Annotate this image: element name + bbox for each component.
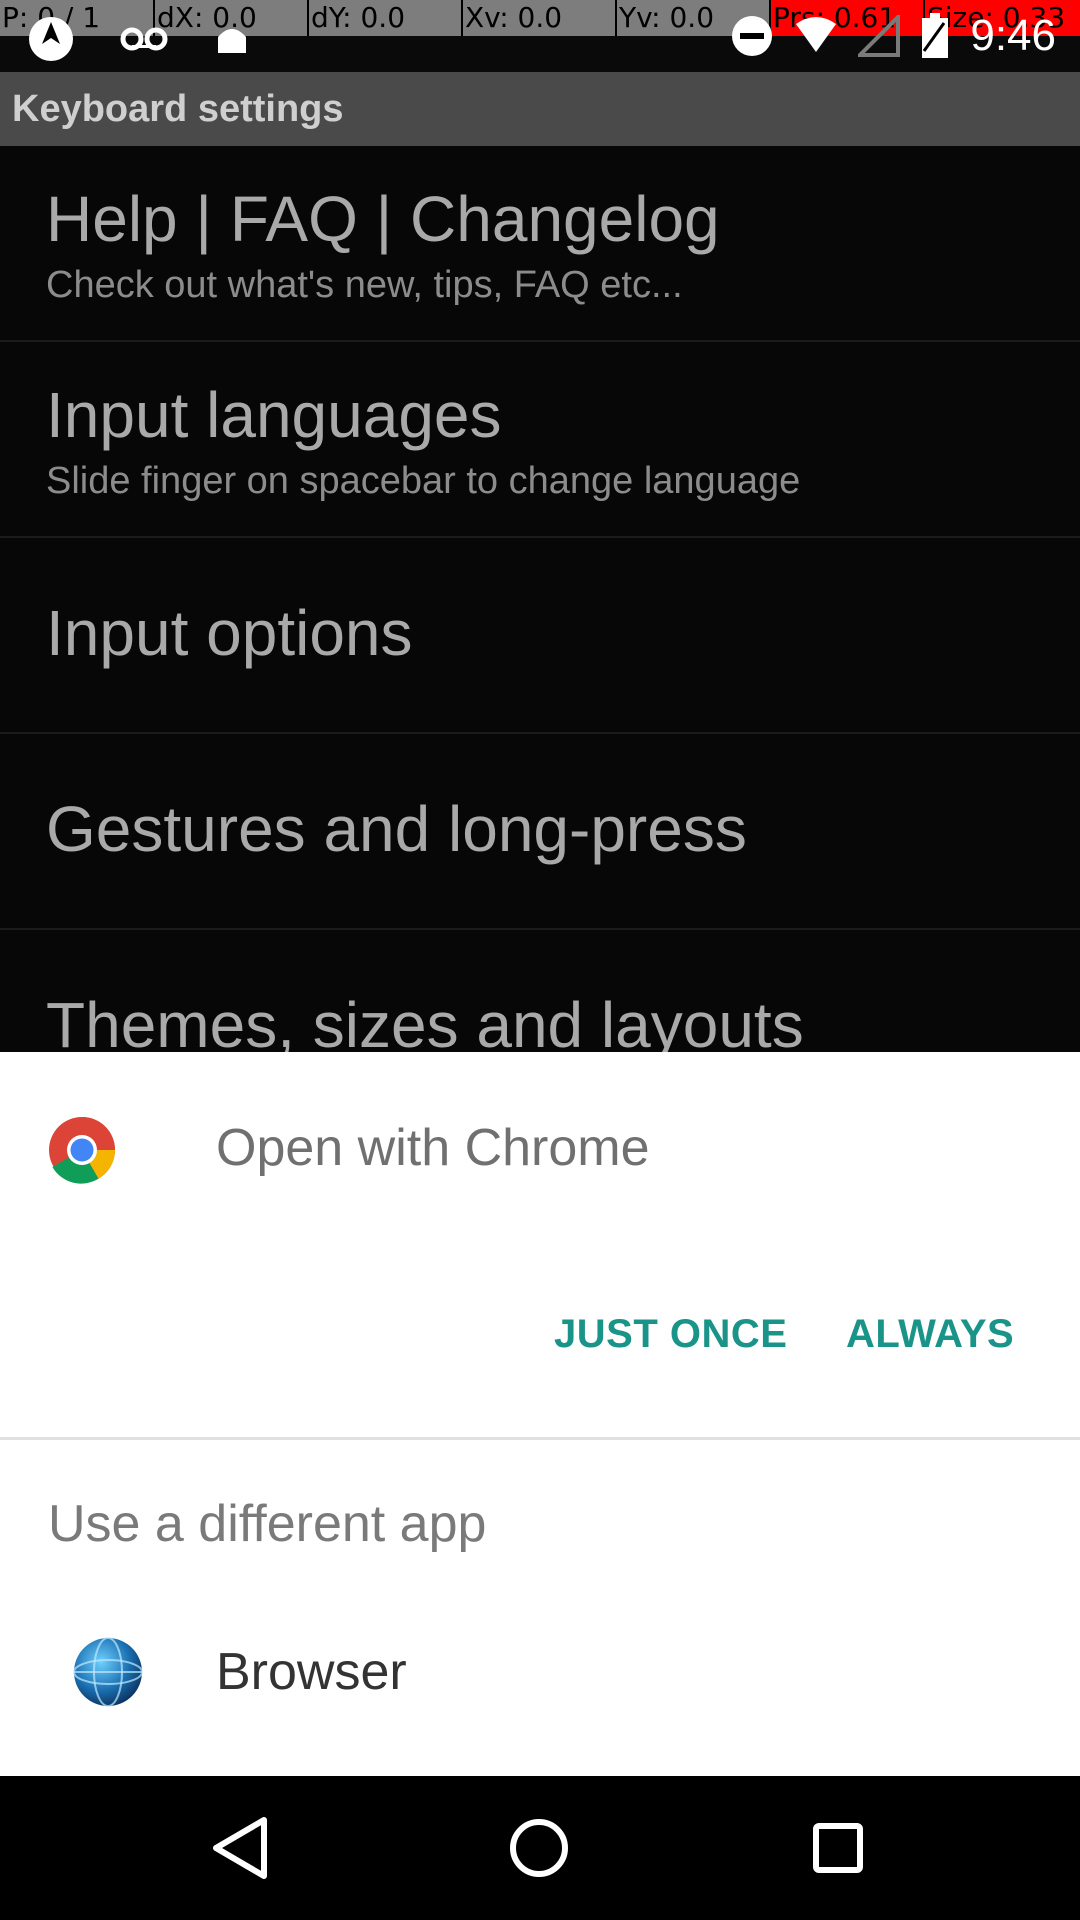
open-with-dialog: Open with Chrome JUST ONCE ALWAYS Use a … <box>0 1052 1080 1776</box>
settings-list: Help | FAQ | Changelog Check out what's … <box>0 146 1080 1052</box>
status-bar: P: 0 / 1 dX: 0.0 dY: 0.0 Xv: 0.0 Yv: 0.0… <box>0 0 1080 72</box>
divider <box>0 1437 1080 1440</box>
back-icon[interactable] <box>206 1812 278 1884</box>
android-icon <box>218 29 246 53</box>
settings-item-gestures[interactable]: Gestures and long-press <box>0 734 1080 930</box>
app-option-browser[interactable]: Browser <box>0 1632 1080 1762</box>
wifi-icon <box>796 17 837 52</box>
settings-item-title: Themes, sizes and layouts <box>46 989 804 1052</box>
always-button[interactable]: ALWAYS <box>846 1312 1014 1357</box>
navigation-bar <box>0 1776 1080 1920</box>
voicemail-icon <box>120 27 168 51</box>
settings-item-input-options[interactable]: Input options <box>0 538 1080 734</box>
page-title: Keyboard settings <box>12 88 344 130</box>
pointer-dy: dY: 0.0 <box>309 0 463 36</box>
app-option-label: Browser <box>216 1643 407 1701</box>
settings-item-title: Help | FAQ | Changelog <box>46 183 720 255</box>
use-different-app-heading: Use a different app <box>48 1495 487 1553</box>
pointer-xv: Xv: 0.0 <box>463 0 617 36</box>
clock: 9:46 <box>970 11 1056 60</box>
settings-item-title: Input options <box>46 597 413 669</box>
settings-item-title: Input languages <box>46 379 502 451</box>
settings-item-help[interactable]: Help | FAQ | Changelog Check out what's … <box>0 146 1080 342</box>
action-bar: Keyboard settings <box>0 72 1080 146</box>
settings-item-subtitle: Check out what's new, tips, FAQ etc... <box>46 264 683 306</box>
just-once-button[interactable]: JUST ONCE <box>554 1312 787 1357</box>
app-icon <box>29 17 73 61</box>
signal-icon <box>858 15 901 57</box>
chrome-option[interactable]: Open with Chrome <box>0 1052 1080 1252</box>
recents-icon[interactable] <box>802 1812 874 1884</box>
home-icon[interactable] <box>503 1812 575 1884</box>
dnd-icon <box>732 16 773 56</box>
battery-icon <box>922 13 949 58</box>
chrome-icon <box>49 1117 116 1184</box>
settings-item-input-languages[interactable]: Input languages Slide finger on spacebar… <box>0 342 1080 538</box>
settings-item-subtitle: Slide finger on spacebar to change langu… <box>46 460 801 502</box>
settings-item-title: Gestures and long-press <box>46 793 747 865</box>
globe-icon <box>73 1637 143 1707</box>
open-with-chrome-label: Open with Chrome <box>216 1119 650 1177</box>
settings-item-themes[interactable]: Themes, sizes and layouts <box>0 930 1080 1052</box>
